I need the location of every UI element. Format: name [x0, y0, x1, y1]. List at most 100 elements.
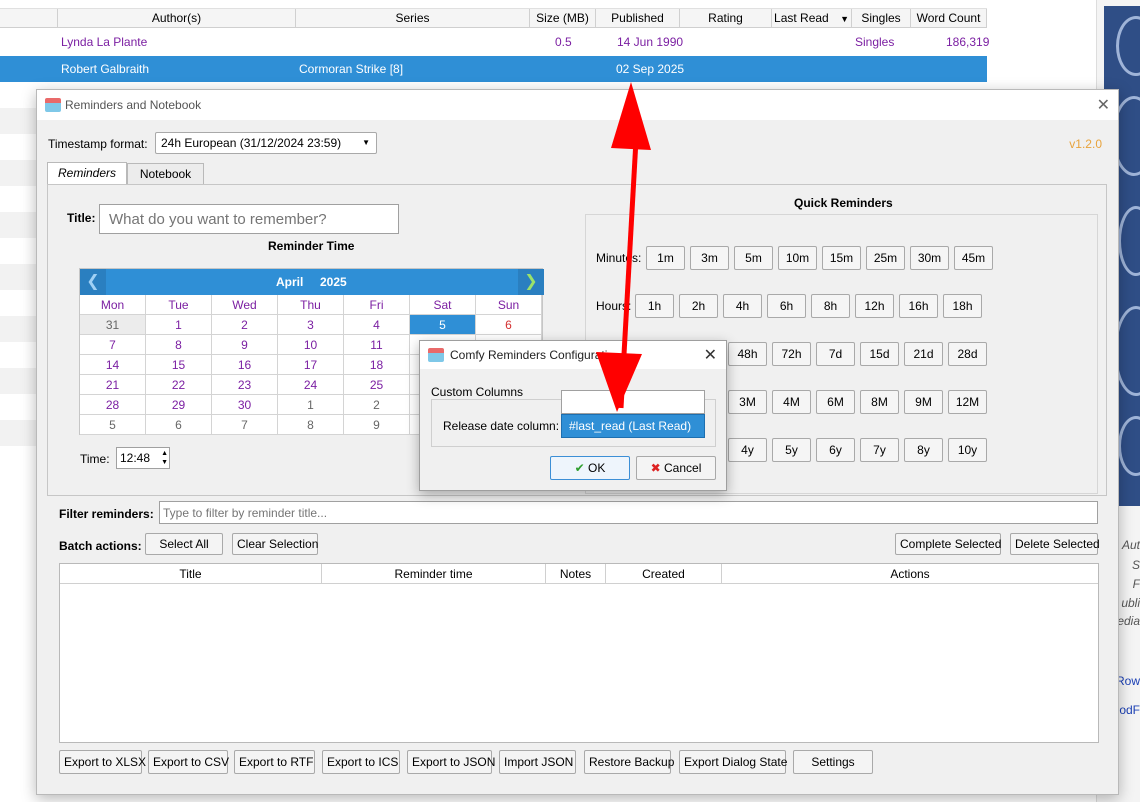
col-authors[interactable]: Author(s) — [58, 9, 296, 28]
quick-reminder-button-7y[interactable]: 7y — [860, 438, 899, 462]
quick-reminder-button-48h[interactable]: 48h — [728, 342, 767, 366]
calendar-date-cell[interactable]: 4 — [344, 315, 410, 335]
close-icon[interactable]: ✕ — [1097, 95, 1110, 115]
time-spinner[interactable]: 12:48 ▲ ▼ — [116, 447, 170, 469]
quick-reminder-button-2h[interactable]: 2h — [679, 294, 718, 318]
quick-reminder-button-45m[interactable]: 45m — [954, 246, 993, 270]
complete-selected-button[interactable]: Complete Selected — [895, 533, 1001, 555]
calendar-date-cell[interactable]: 7 — [80, 335, 146, 355]
quick-reminder-button-9m[interactable]: 9M — [904, 390, 943, 414]
quick-reminder-button-6m[interactable]: 6M — [816, 390, 855, 414]
export-dialog-state-button[interactable]: Export Dialog State — [679, 750, 787, 774]
calendar-date-cell[interactable]: 23 — [212, 375, 278, 395]
quick-reminder-button-12h[interactable]: 12h — [855, 294, 894, 318]
chevron-right-icon[interactable]: ❯ — [518, 269, 544, 295]
export-to-csv-button[interactable]: Export to CSV — [148, 750, 229, 774]
calendar-date-cell[interactable]: 3 — [278, 315, 344, 335]
calendar-date-cell[interactable]: 5 — [410, 315, 476, 335]
calendar-date-cell[interactable]: 31 — [80, 315, 146, 335]
quick-reminder-button-4y[interactable]: 4y — [728, 438, 767, 462]
calendar-date-cell[interactable]: 16 — [212, 355, 278, 375]
calendar-date-cell[interactable]: 29 — [146, 395, 212, 415]
quick-reminder-button-12m[interactable]: 12M — [948, 390, 987, 414]
col-title[interactable]: Title — [60, 564, 322, 584]
quick-reminder-button-72h[interactable]: 72h — [772, 342, 811, 366]
import-json-button[interactable]: Import JSON — [499, 750, 576, 774]
calendar-date-cell[interactable]: 15 — [146, 355, 212, 375]
quick-reminder-button-8y[interactable]: 8y — [904, 438, 943, 462]
settings-button[interactable]: Settings — [793, 750, 873, 774]
col-actions[interactable]: Actions — [722, 564, 1098, 584]
quick-reminder-button-25m[interactable]: 25m — [866, 246, 905, 270]
detail-link[interactable]: odF — [1119, 703, 1140, 717]
quick-reminder-button-10m[interactable]: 10m — [778, 246, 817, 270]
export-to-json-button[interactable]: Export to JSON — [407, 750, 495, 774]
quick-reminder-button-10y[interactable]: 10y — [948, 438, 987, 462]
calendar-date-cell[interactable]: 5 — [80, 415, 146, 435]
book-row-selected[interactable]: Robert Galbraith Cormoran Strike [8] 02 … — [0, 56, 987, 82]
col-series[interactable]: Series — [296, 9, 530, 28]
restore-backup-button[interactable]: Restore Backup — [584, 750, 674, 774]
col-reminder-time[interactable]: Reminder time — [322, 564, 546, 584]
quick-reminder-button-3m[interactable]: 3m — [690, 246, 729, 270]
calendar-date-cell[interactable]: 17 — [278, 355, 344, 375]
quick-reminder-button-7d[interactable]: 7d — [816, 342, 855, 366]
calendar-month[interactable]: April — [276, 275, 303, 289]
calendar-date-cell[interactable]: 9 — [344, 415, 410, 435]
calendar-date-cell[interactable]: 2 — [212, 315, 278, 335]
calendar-date-cell[interactable]: 22 — [146, 375, 212, 395]
calendar-date-cell[interactable]: 25 — [344, 375, 410, 395]
calendar-date-cell[interactable]: 8 — [146, 335, 212, 355]
quick-reminder-button-3m[interactable]: 3M — [728, 390, 767, 414]
title-input[interactable] — [99, 204, 399, 234]
col-word-count[interactable]: Word Count — [911, 9, 987, 28]
calendar-year[interactable]: 2025 — [320, 275, 347, 289]
export-to-ics-button[interactable]: Export to ICS — [322, 750, 400, 774]
quick-reminder-button-8h[interactable]: 8h — [811, 294, 850, 318]
chevron-left-icon[interactable]: ❮ — [80, 269, 106, 295]
quick-reminder-button-6y[interactable]: 6y — [816, 438, 855, 462]
quick-reminder-button-30m[interactable]: 30m — [910, 246, 949, 270]
calendar-date-cell[interactable]: 7 — [212, 415, 278, 435]
timestamp-select[interactable]: 24h European (31/12/2024 23:59) ▼ — [155, 132, 377, 154]
quick-reminder-button-5y[interactable]: 5y — [772, 438, 811, 462]
tab-notebook[interactable]: Notebook — [127, 163, 204, 185]
reminders-table[interactable]: Title Reminder time Notes Created Action… — [59, 563, 1099, 743]
cancel-button[interactable]: ✖ Cancel — [636, 456, 716, 480]
dropdown-option-last-read[interactable]: #last_read (Last Read) — [561, 414, 705, 438]
quick-reminder-button-18h[interactable]: 18h — [943, 294, 982, 318]
quick-reminder-button-28d[interactable]: 28d — [948, 342, 987, 366]
calendar-date-cell[interactable]: 1 — [146, 315, 212, 335]
book-row[interactable]: Lynda La Plante 0.5 14 Jun 1990 Singles … — [0, 29, 989, 55]
quick-reminder-button-8m[interactable]: 8M — [860, 390, 899, 414]
export-to-xlsx-button[interactable]: Export to XLSX — [59, 750, 146, 774]
quick-reminder-button-4h[interactable]: 4h — [723, 294, 762, 318]
col-size[interactable]: Size (MB) — [530, 9, 596, 28]
delete-selected-button[interactable]: Delete Selected — [1010, 533, 1100, 555]
release-date-select[interactable] — [561, 390, 705, 414]
quick-reminder-button-15m[interactable]: 15m — [822, 246, 861, 270]
calendar-date-cell[interactable]: 1 — [278, 395, 344, 415]
close-icon[interactable]: ✕ — [704, 345, 717, 365]
col-notes[interactable]: Notes — [546, 564, 606, 584]
calendar-date-cell[interactable]: 11 — [344, 335, 410, 355]
select-all-button[interactable]: Select All — [145, 533, 223, 555]
col-singles[interactable]: Singles — [852, 9, 911, 28]
export-to-rtf-button[interactable]: Export to RTF — [234, 750, 315, 774]
col-published[interactable]: Published — [596, 9, 680, 28]
calendar-date-cell[interactable]: 18 — [344, 355, 410, 375]
clear-selection-button[interactable]: Clear Selection — [232, 533, 318, 555]
col-rating[interactable]: Rating — [680, 9, 772, 28]
calendar-date-cell[interactable]: 6 — [146, 415, 212, 435]
tab-reminders[interactable]: Reminders — [47, 162, 127, 185]
quick-reminder-button-6h[interactable]: 6h — [767, 294, 806, 318]
calendar-date-cell[interactable]: 6 — [476, 315, 542, 335]
calendar-date-cell[interactable]: 9 — [212, 335, 278, 355]
ok-button[interactable]: ✔ OK — [550, 456, 630, 480]
col-last-read[interactable]: Last Read ▼ — [772, 9, 852, 28]
quick-reminder-button-1m[interactable]: 1m — [646, 246, 685, 270]
calendar-date-cell[interactable]: 2 — [344, 395, 410, 415]
filter-input[interactable] — [159, 501, 1098, 524]
calendar-date-cell[interactable]: 21 — [80, 375, 146, 395]
quick-reminder-button-4m[interactable]: 4M — [772, 390, 811, 414]
